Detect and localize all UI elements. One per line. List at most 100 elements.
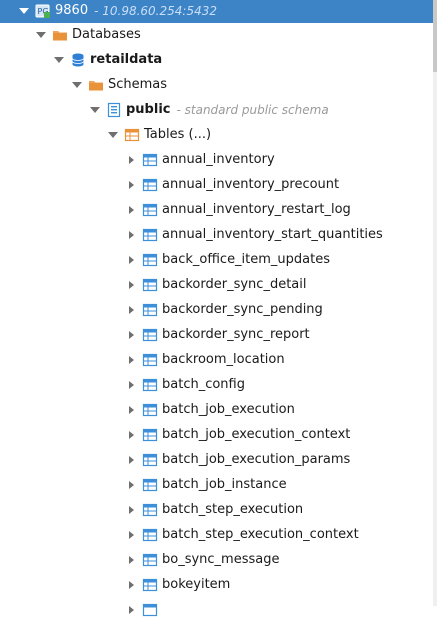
tree-node-table[interactable]: annual_inventory [0, 147, 433, 172]
table-name: annual_inventory_restart_log [162, 201, 351, 217]
table-icon [142, 152, 158, 168]
table-name: annual_inventory [162, 151, 275, 167]
tree-node-table[interactable]: annual_inventory_precount [0, 172, 433, 197]
expand-toggle-icon[interactable] [71, 79, 83, 91]
folder-icon [52, 27, 68, 43]
expand-toggle-icon[interactable] [125, 154, 137, 166]
tree-node-table[interactable]: backorder_sync_pending [0, 297, 433, 322]
table-name: annual_inventory_start_quantities [162, 226, 383, 242]
tree-node-table[interactable]: bokeyitem [0, 572, 433, 597]
tree-node-tables[interactable]: Tables (...) [0, 122, 433, 147]
tables-label: Tables (...) [144, 126, 212, 142]
expand-toggle-icon[interactable] [89, 104, 101, 116]
table-icon [142, 277, 158, 293]
expand-toggle-icon[interactable] [125, 604, 137, 616]
expand-toggle-icon[interactable] [125, 179, 137, 191]
database-icon [70, 52, 86, 68]
expand-toggle-icon[interactable] [125, 529, 137, 541]
tree-node-table[interactable]: batch_job_execution_params [0, 447, 433, 472]
table-icon [142, 352, 158, 368]
expand-toggle-icon[interactable] [125, 304, 137, 316]
tree-node-table[interactable]: batch_job_execution_context [0, 422, 433, 447]
table-name: batch_config [162, 376, 245, 392]
table-icon [142, 427, 158, 443]
tree-node-table[interactable]: batch_step_execution_context [0, 522, 433, 547]
expand-toggle-icon[interactable] [125, 429, 137, 441]
expand-toggle-icon[interactable] [125, 254, 137, 266]
tree-node-schema[interactable]: public - standard public schema [0, 97, 433, 122]
expand-toggle-icon[interactable] [125, 379, 137, 391]
expand-toggle-icon[interactable] [107, 129, 119, 141]
tree-node-table[interactable]: back_office_item_updates [0, 247, 433, 272]
expand-toggle-icon[interactable] [125, 454, 137, 466]
expand-toggle-icon[interactable] [18, 5, 30, 17]
table-icon [142, 227, 158, 243]
databases-label: Databases [72, 26, 141, 42]
expand-toggle-icon[interactable] [125, 354, 137, 366]
tree-node-table[interactable]: annual_inventory_start_quantities [0, 222, 433, 247]
folder-icon [88, 77, 104, 93]
tree-node-schemas[interactable]: Schemas [0, 72, 433, 97]
expand-toggle-icon[interactable] [125, 229, 137, 241]
tree-node-databases[interactable]: Databases [0, 22, 433, 47]
tree-node-table[interactable]: batch_config [0, 372, 433, 397]
table-name: bo_sync_message [162, 551, 280, 567]
postgres-connection-icon: PG [35, 3, 51, 19]
tree-node-table[interactable]: batch_step_execution [0, 497, 433, 522]
tree-node-table[interactable]: backroom_location [0, 347, 433, 372]
table-name: backorder_sync_report [162, 326, 310, 342]
connection-name: 9860 [55, 2, 89, 18]
database-name: retaildata [90, 51, 163, 67]
table-icon [142, 327, 158, 343]
expand-toggle-icon[interactable] [125, 404, 137, 416]
database-navigator-tree[interactable]: PG 9860 - 10.98.60.254:5432 Databases re… [0, 0, 433, 616]
table-name: back_office_item_updates [162, 251, 331, 267]
schemas-label: Schemas [108, 76, 168, 92]
tree-node-table-partial[interactable] [0, 597, 433, 622]
table-name: backorder_sync_detail [162, 276, 307, 292]
tree-node-table[interactable]: batch_job_instance [0, 472, 433, 497]
table-icon [142, 302, 158, 318]
tree-node-table[interactable]: backorder_sync_detail [0, 272, 433, 297]
tree-node-table[interactable]: batch_job_execution [0, 397, 433, 422]
tree-node-connection[interactable]: PG 9860 - 10.98.60.254:5432 [0, 0, 433, 23]
table-name: batch_job_execution_params [162, 451, 351, 467]
table-icon [142, 202, 158, 218]
table-name: bokeyitem [162, 576, 231, 592]
table-icon [142, 402, 158, 418]
scrollbar-thumb[interactable] [433, 0, 437, 72]
table-icon [142, 577, 158, 593]
tree-node-database[interactable]: retaildata [0, 47, 433, 72]
expand-toggle-icon[interactable] [125, 279, 137, 291]
table-name: batch_job_execution_context [162, 426, 351, 442]
tables-folder-icon [124, 127, 140, 143]
table-icon [142, 552, 158, 568]
schema-name: public [126, 101, 171, 117]
schema-icon [106, 102, 122, 118]
table-icon [142, 177, 158, 193]
tree-node-table[interactable]: backorder_sync_report [0, 322, 433, 347]
table-icon [142, 252, 158, 268]
table-name: batch_job_execution [162, 401, 295, 417]
expand-toggle-icon[interactable] [35, 29, 47, 41]
vertical-scrollbar[interactable] [433, 0, 437, 606]
expand-toggle-icon[interactable] [125, 504, 137, 516]
table-name: batch_job_instance [162, 476, 287, 492]
table-icon [142, 527, 158, 543]
table-name: batch_step_execution_context [162, 526, 359, 542]
table-icon [142, 377, 158, 393]
expand-toggle-icon[interactable] [125, 554, 137, 566]
expand-toggle-icon[interactable] [125, 579, 137, 591]
tree-node-table[interactable]: annual_inventory_restart_log [0, 197, 433, 222]
expand-toggle-icon[interactable] [125, 479, 137, 491]
table-name: annual_inventory_precount [162, 176, 340, 192]
tree-node-table[interactable]: bo_sync_message [0, 547, 433, 572]
schema-description: - standard public schema [176, 102, 329, 117]
table-name: backorder_sync_pending [162, 301, 323, 317]
expand-toggle-icon[interactable] [125, 329, 137, 341]
expand-toggle-icon[interactable] [125, 204, 137, 216]
table-name: backroom_location [162, 351, 285, 367]
expand-toggle-icon[interactable] [53, 54, 65, 66]
table-icon [142, 452, 158, 468]
table-icon [142, 602, 158, 618]
